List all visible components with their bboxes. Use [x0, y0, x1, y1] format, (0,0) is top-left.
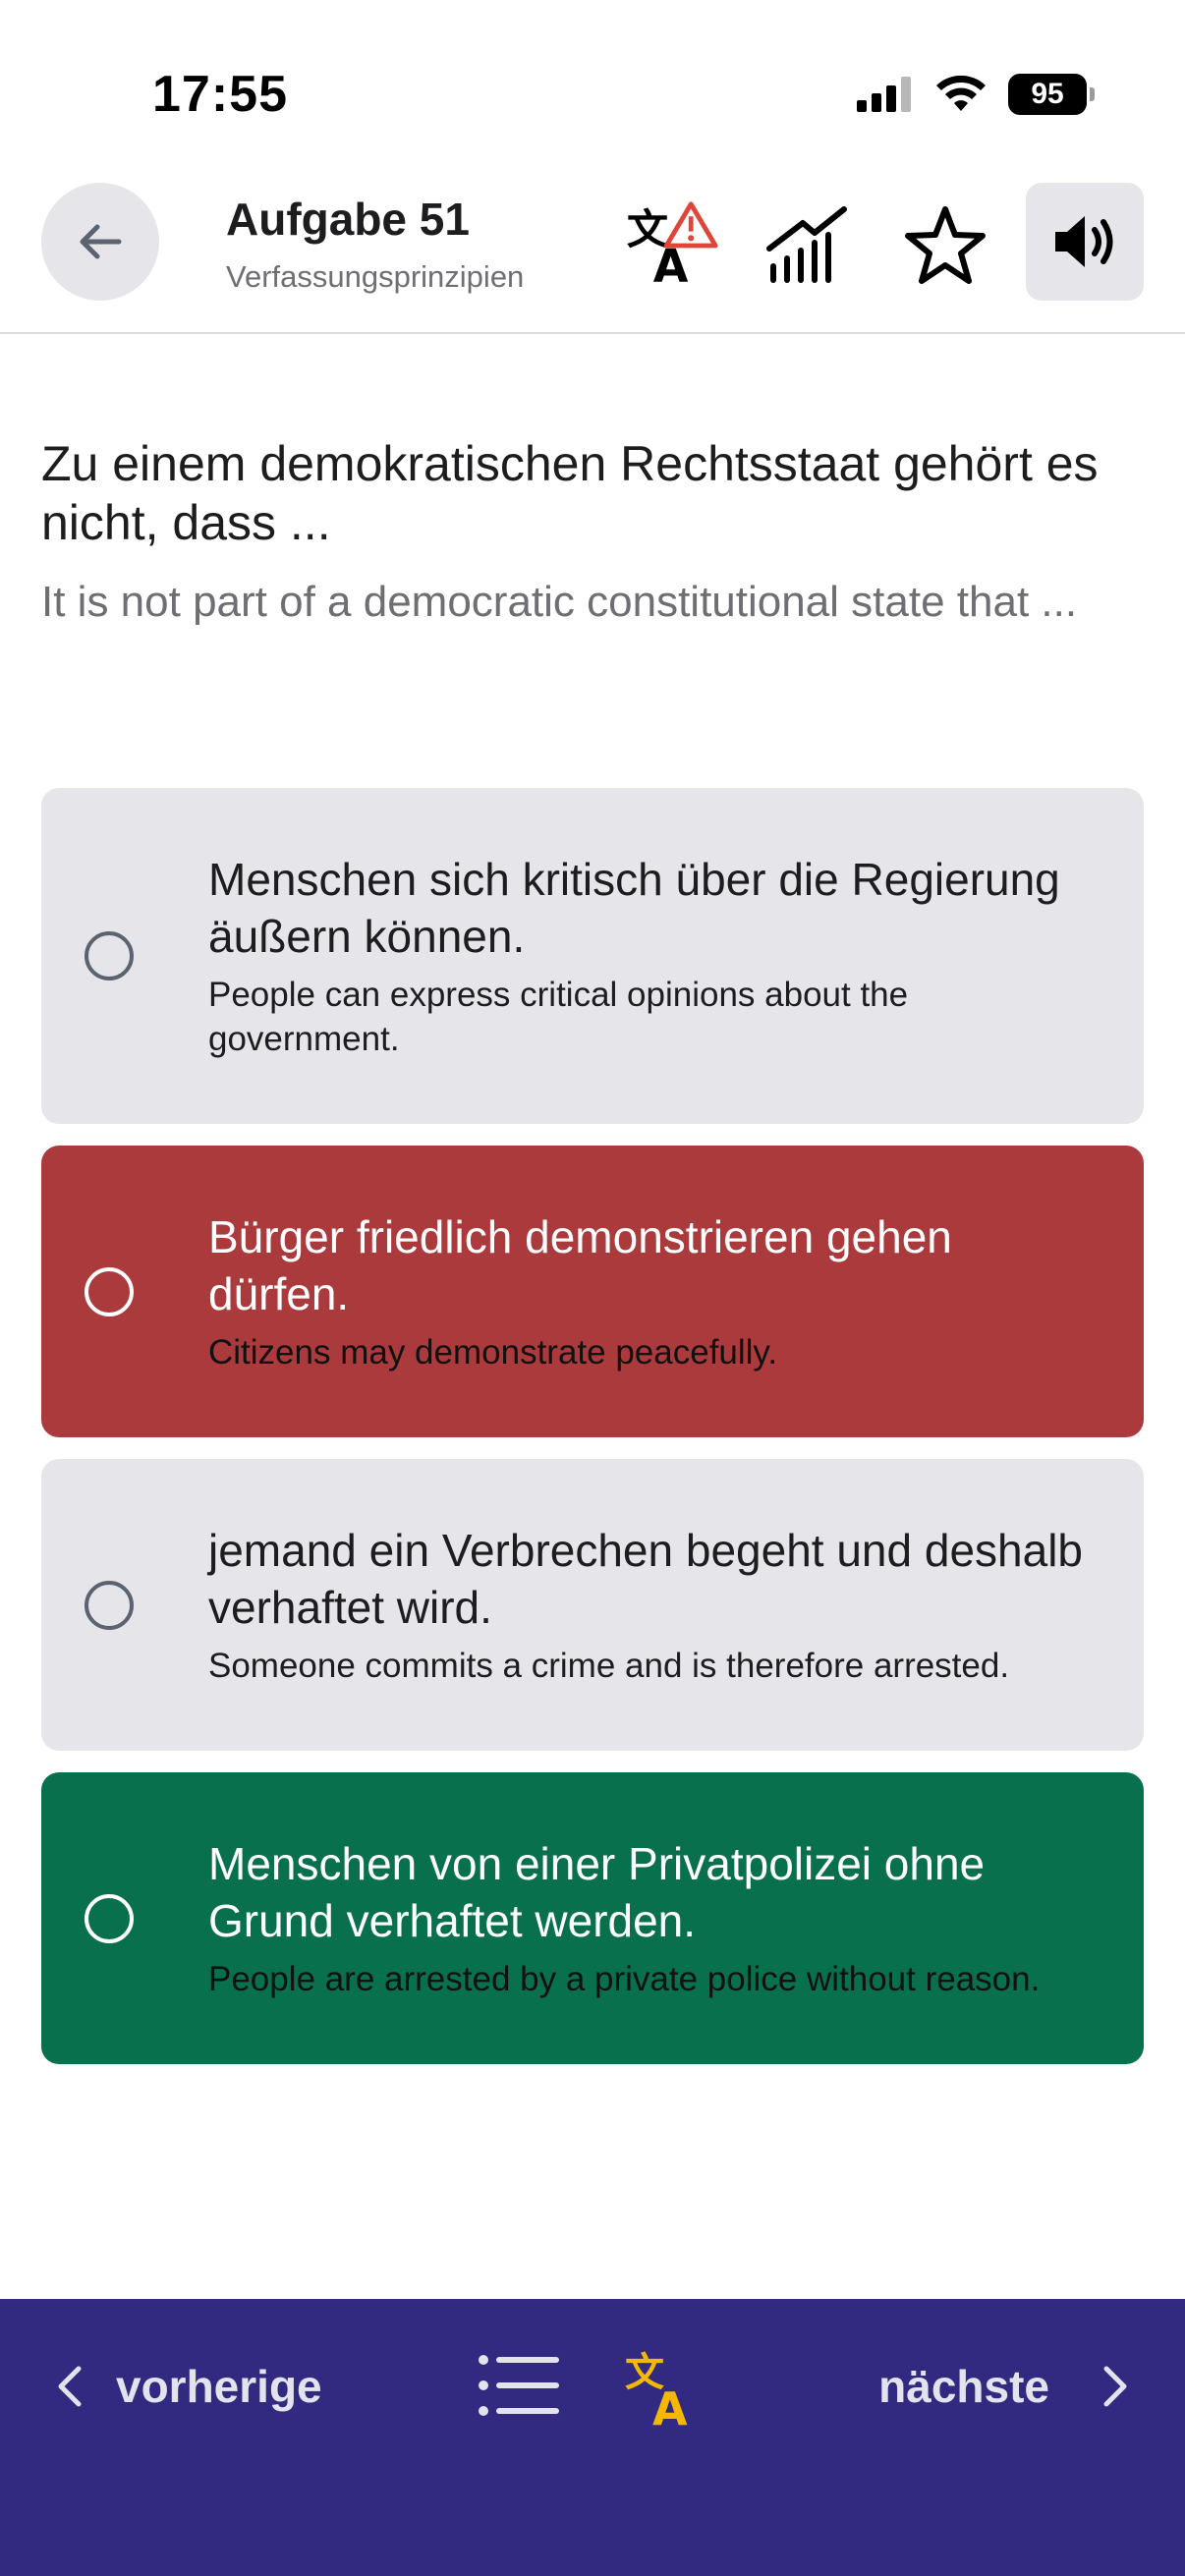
wifi-icon [936, 76, 986, 111]
page-subtitle: Verfassungsprinzipien [226, 259, 525, 294]
star-icon [905, 206, 986, 284]
translate-toggle-button[interactable]: 文 A [625, 2344, 707, 2436]
question-block: Zu einem demokratischen Rechtsstaat gehö… [41, 434, 1152, 631]
status-bar: 17:55 95 [0, 0, 1185, 177]
translate-icon: 文 A [625, 2350, 688, 2436]
page-title: Aufgabe 51 [226, 194, 470, 245]
answer-text-de: Bürger friedlich demonstrieren gehen dür… [208, 1211, 952, 1319]
answer-text-de: jemand ein Verbrechen begeht und deshalb… [208, 1525, 1084, 1633]
speaker-icon [1055, 216, 1113, 267]
stats-icon [766, 206, 847, 283]
previous-label: vorherige [116, 2361, 322, 2412]
battery-icon: 95 [1008, 74, 1095, 115]
chevron-right-icon [1103, 2366, 1127, 2407]
radio-icon [85, 931, 134, 980]
statistics-button[interactable] [761, 198, 855, 293]
translation-report-button[interactable]: 文 A [625, 198, 719, 293]
answer-text-en: People can express critical opinions abo… [208, 976, 909, 1058]
answer-option-2[interactable]: Bürger friedlich demonstrieren gehen dür… [41, 1146, 1144, 1437]
next-label: nächste [878, 2361, 1049, 2412]
list-icon [479, 2355, 559, 2416]
title-block: Aufgabe 51 Verfassungsprinzipien [226, 193, 524, 295]
question-text-de: Zu einem demokratischen Rechtsstaat gehö… [41, 436, 1099, 550]
back-button[interactable] [41, 183, 159, 301]
question-list-button[interactable] [478, 2354, 560, 2422]
app-screen: 17:55 95 Aufgabe 51 Verfassungsprinzipie… [0, 0, 1185, 2576]
answer-option-3[interactable]: jemand ein Verbrechen begeht und deshalb… [41, 1459, 1144, 1751]
answer-text-en: People are arrested by a private police … [208, 1960, 1041, 1998]
chevron-left-icon [58, 2366, 82, 2407]
status-icons: 95 [857, 71, 1095, 118]
audio-button[interactable] [1026, 183, 1144, 301]
radio-icon [85, 1580, 134, 1630]
question-text-en: It is not part of a democratic constitut… [41, 578, 1078, 626]
answer-option-1[interactable]: Menschen sich kritisch über die Regierun… [41, 788, 1144, 1124]
answer-text-en: Someone commits a crime and is therefore… [208, 1647, 1010, 1685]
answer-option-4[interactable]: Menschen von einer Privatpolizei ohne Gr… [41, 1772, 1144, 2064]
previous-button[interactable]: vorherige [57, 2360, 322, 2413]
radio-icon [85, 1893, 134, 1943]
answer-text-de: Menschen von einer Privatpolizei ohne Gr… [208, 1838, 986, 1946]
svg-text:A: A [652, 2382, 688, 2429]
status-time: 17:55 [152, 66, 288, 123]
radio-icon [85, 1266, 134, 1316]
question-header: Aufgabe 51 Verfassungsprinzipien 文 A [0, 177, 1185, 334]
back-arrow-icon [80, 224, 122, 259]
answer-text-en: Citizens may demonstrate peacefully. [208, 1333, 778, 1372]
battery-level: 95 [1031, 78, 1064, 110]
answer-list: Menschen sich kritisch über die Regierun… [41, 788, 1144, 2086]
next-button[interactable]: nächste [878, 2360, 1128, 2413]
answer-text-de: Menschen sich kritisch über die Regierun… [208, 854, 1060, 962]
translation-warning-icon: 文 A [627, 201, 718, 292]
signal-icon [857, 77, 911, 112]
favorite-button[interactable] [898, 198, 992, 293]
bottom-nav-bar: vorherige 文 A nächste [0, 2299, 1185, 2576]
